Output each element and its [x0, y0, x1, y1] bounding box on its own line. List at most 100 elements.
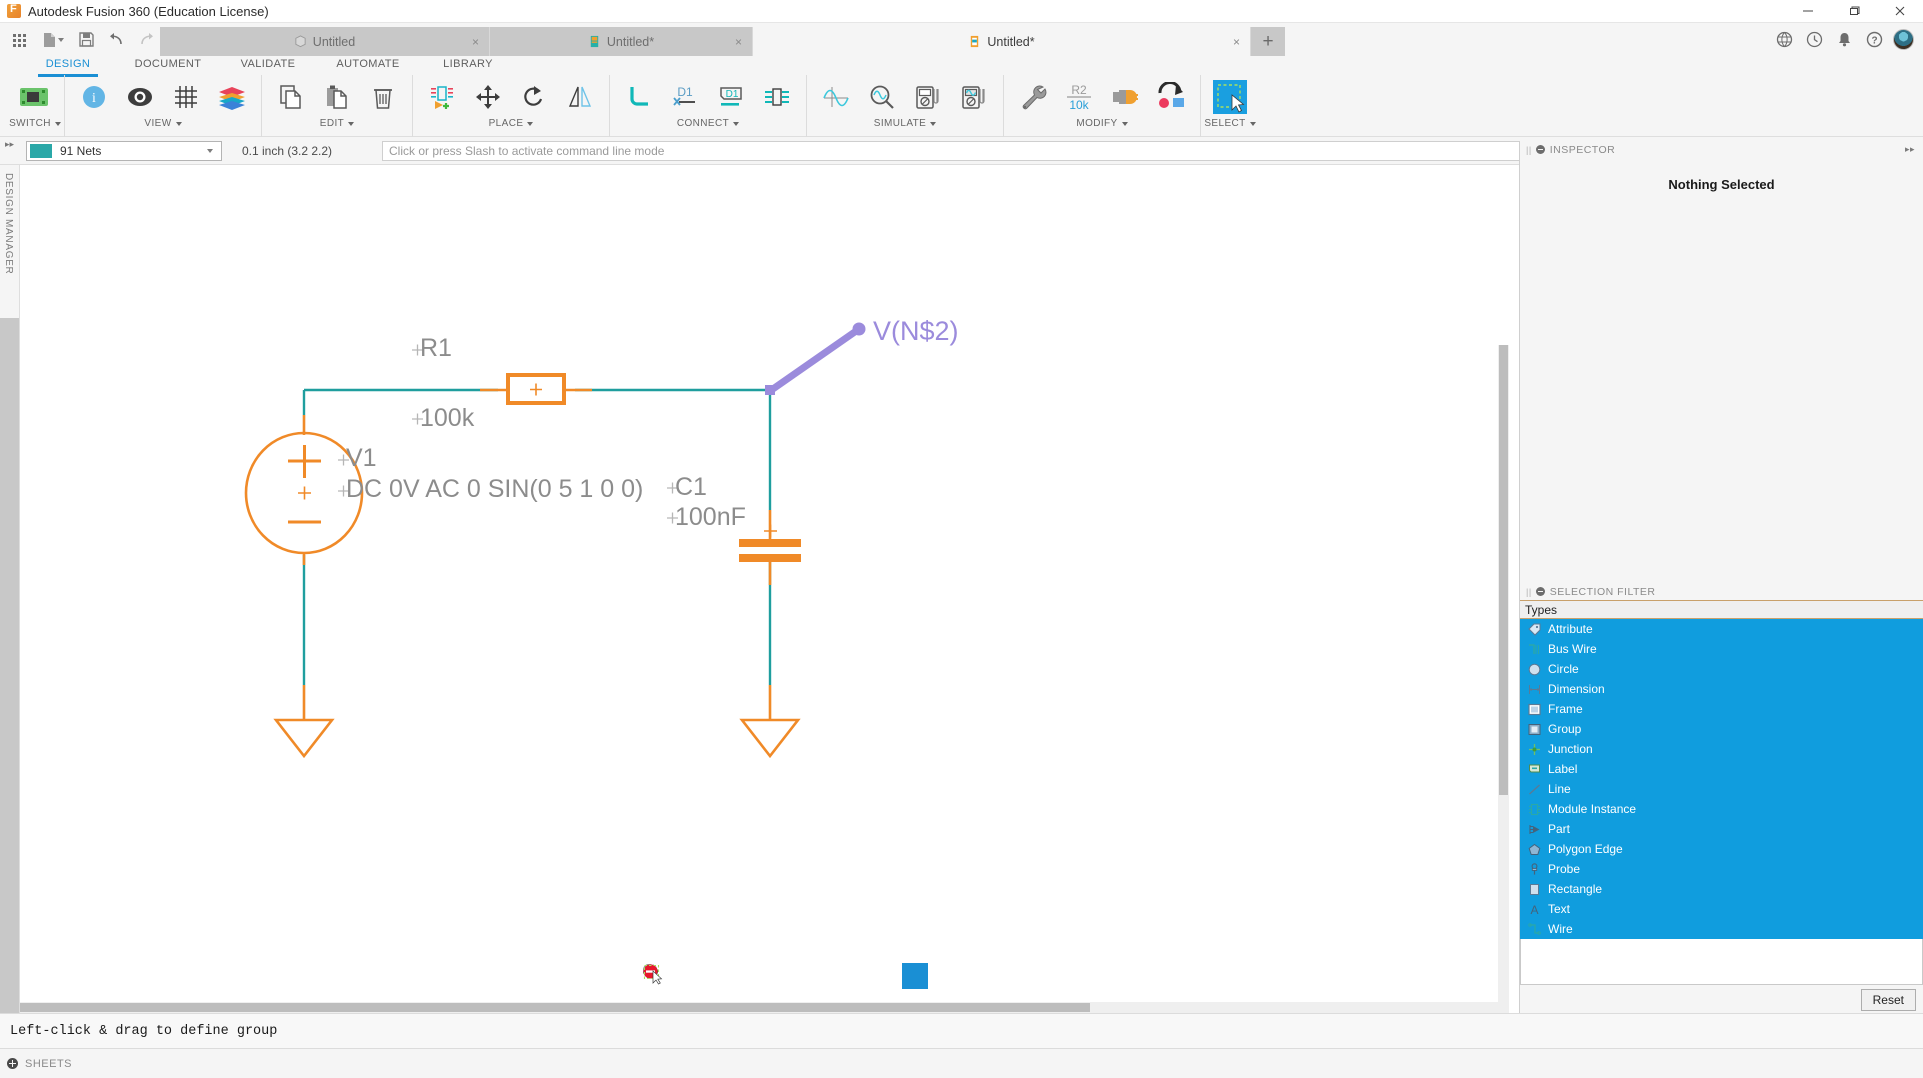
swap-gate-icon[interactable] [1102, 77, 1148, 117]
move-icon[interactable] [465, 77, 511, 117]
name-label-icon[interactable]: D1 [708, 77, 754, 117]
probe-search-icon[interactable] [859, 77, 905, 117]
ribbon-group-label-connect[interactable]: CONNECT [677, 118, 740, 129]
tab-close-icon[interactable]: × [735, 35, 742, 49]
tab-close-icon[interactable]: × [1233, 35, 1240, 49]
tab-untitled-3[interactable]: Untitled* × [753, 27, 1251, 56]
switch-to-pcb-icon[interactable] [12, 77, 58, 117]
select-tool-icon[interactable] [643, 963, 928, 989]
layers-icon[interactable] [209, 77, 255, 117]
plus-circle-icon[interactable] [7, 1058, 18, 1069]
ribbon-group-label-modify[interactable]: MODIFY [1076, 118, 1128, 129]
redo-icon[interactable] [645, 963, 746, 989]
list-item[interactable]: Bus Wire [1520, 639, 1923, 659]
collapse-icon[interactable] [1535, 587, 1545, 596]
panel-grip-icon[interactable]: || [1526, 145, 1532, 155]
list-item[interactable]: Line [1520, 779, 1923, 799]
scroll-thumb[interactable] [20, 1003, 1090, 1012]
minimize-button[interactable] [1785, 0, 1831, 23]
selection-filter-header[interactable]: || SELECTION FILTER [1520, 583, 1923, 600]
ribbon-tab-validate[interactable]: VALIDATE [218, 56, 318, 75]
close-button[interactable] [1877, 0, 1923, 23]
canvas-vertical-scrollbar[interactable] [1498, 345, 1509, 1005]
undo-icon[interactable] [102, 26, 130, 54]
stop-icon[interactable] [643, 963, 902, 989]
list-item[interactable]: Label [1520, 759, 1923, 779]
list-item[interactable]: Junction [1520, 739, 1923, 759]
tab-untitled-1[interactable]: Untitled × [160, 27, 490, 56]
list-item[interactable]: Circle [1520, 659, 1923, 679]
grid-icon[interactable] [644, 963, 850, 989]
value-r2-10k-icon[interactable]: R2 10k [1056, 77, 1102, 117]
history-clock-icon[interactable] [1799, 25, 1829, 55]
list-item[interactable]: Rectangle [1520, 879, 1923, 899]
list-item[interactable]: Part [1520, 819, 1923, 839]
new-tab-plus[interactable]: + [1251, 27, 1285, 56]
list-item[interactable]: A Text [1520, 899, 1923, 919]
wrench-icon[interactable] [1010, 77, 1056, 117]
undo-icon[interactable] [644, 963, 720, 989]
list-item[interactable]: Dimension [1520, 679, 1923, 699]
grid-icon[interactable] [163, 77, 209, 117]
list-item[interactable]: Wire [1520, 919, 1923, 939]
ribbon-group-label-edit[interactable]: EDIT [320, 118, 355, 129]
place-component-icon[interactable] [419, 77, 465, 117]
list-item[interactable]: Probe [1520, 859, 1923, 879]
net-wire-icon[interactable] [616, 77, 662, 117]
zoom-out-icon[interactable] [643, 963, 798, 989]
collapse-icon[interactable] [1535, 145, 1545, 154]
schematic-canvas[interactable]: R1 100k V1 DC 0V AC 0 SIN(0 5 1 0 0) C1 … [20, 165, 1509, 1013]
ac-meter-icon[interactable] [951, 77, 997, 117]
save-icon[interactable] [72, 26, 100, 54]
ribbon-group-label-select[interactable]: SELECT [1204, 118, 1256, 129]
tab-close-icon[interactable]: × [472, 35, 479, 49]
rotate-icon[interactable] [511, 77, 557, 117]
waveform-icon[interactable] [813, 77, 859, 117]
globe-icon[interactable] [1769, 25, 1799, 55]
scroll-thumb[interactable] [1499, 345, 1508, 795]
ribbon-group-label-view[interactable]: VIEW [144, 118, 182, 129]
ribbon-tab-library[interactable]: LIBRARY [418, 56, 518, 75]
list-item[interactable]: Group [1520, 719, 1923, 739]
reset-button[interactable]: Reset [1860, 989, 1916, 1011]
account-avatar[interactable] [1893, 29, 1914, 50]
ribbon-group-label-place[interactable]: PLACE [489, 118, 534, 129]
maximize-button[interactable] [1831, 0, 1877, 23]
list-item[interactable]: Module Instance [1520, 799, 1923, 819]
replace-icon[interactable] [1148, 77, 1194, 117]
ribbon-tab-design[interactable]: DESIGN [18, 56, 118, 77]
inspector-expand-icon[interactable]: ▸▸ [1905, 144, 1915, 155]
display-target-icon[interactable] [117, 77, 163, 117]
design-manager-rail[interactable]: DESIGN MANAGER [0, 165, 20, 1013]
net-selector-dropdown[interactable]: 91 Nets [26, 140, 222, 161]
notifications-bell-icon[interactable] [1829, 25, 1859, 55]
redo-icon[interactable] [132, 26, 160, 54]
inspector-header[interactable]: || INSPECTOR ▸▸ [1520, 141, 1923, 158]
list-item[interactable]: Attribute [1520, 619, 1923, 639]
list-item[interactable]: Frame [1520, 699, 1923, 719]
delete-net-icon[interactable]: D1 [662, 77, 708, 117]
help-icon[interactable]: ? [1859, 25, 1889, 55]
paste-icon[interactable] [314, 77, 360, 117]
design-manager-expand-icon[interactable]: ▸▸ [5, 139, 14, 150]
ribbon-tab-document[interactable]: DOCUMENT [118, 56, 218, 75]
tab-untitled-2[interactable]: Untitled* × [490, 27, 753, 56]
ribbon-tab-automate[interactable]: AUTOMATE [318, 56, 418, 75]
list-item[interactable]: Polygon Edge [1520, 839, 1923, 859]
ribbon-group-label-switch[interactable]: SWITCH [9, 118, 61, 129]
bus-icon[interactable] [754, 77, 800, 117]
app-grid-icon[interactable] [6, 26, 34, 54]
dc-meter-icon[interactable] [905, 77, 951, 117]
zoom-in-icon[interactable] [643, 963, 772, 989]
sheets-label[interactable]: SHEETS [25, 1058, 72, 1070]
display-icon[interactable] [643, 963, 694, 989]
copy-icon[interactable] [268, 77, 314, 117]
select-rectangle-icon[interactable] [1207, 77, 1253, 117]
canvas-horizontal-scrollbar[interactable] [20, 1002, 1509, 1013]
new-document-icon[interactable] [36, 26, 70, 54]
zoom-extents-icon[interactable] [644, 963, 876, 989]
panel-grip-icon[interactable]: || [1526, 587, 1532, 597]
zoom-fit-icon[interactable] [643, 963, 824, 989]
ribbon-group-label-simulate[interactable]: SIMULATE [874, 118, 937, 129]
info-icon[interactable]: i [71, 77, 117, 117]
